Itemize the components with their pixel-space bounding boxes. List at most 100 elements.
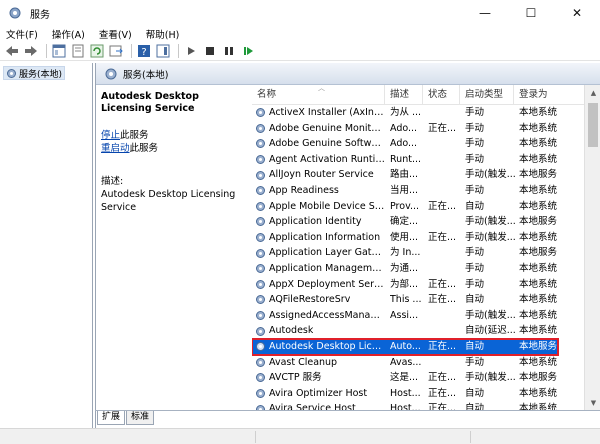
table-row[interactable]: Application Identity 确定... 手动(触发... 本地服务: [252, 214, 558, 230]
service-name: App Readiness: [269, 185, 339, 196]
service-gear-icon: [255, 326, 266, 337]
menu-file[interactable]: 文件(F): [6, 27, 38, 41]
stop-service-icon[interactable]: [202, 43, 218, 59]
start-service-icon[interactable]: [183, 43, 199, 59]
scroll-thumb[interactable]: [588, 103, 598, 147]
table-row[interactable]: Avast Cleanup Avas... 手动 本地系统: [252, 355, 558, 371]
table-row[interactable]: AllJoyn Router Service 路由... 手动(触发... 本地服务: [252, 167, 558, 183]
service-status: 正在...: [428, 278, 457, 290]
service-name: Avast Cleanup: [269, 356, 338, 368]
table-row[interactable]: Agent Activation Runtime... Runt... 手动 本地系统: [252, 152, 558, 168]
table-row[interactable]: Adobe Genuine Software... Ado... 手动 本地系统: [252, 136, 558, 152]
column-startup-type[interactable]: 启动类型: [460, 85, 514, 105]
service-name: Application Identity: [269, 216, 362, 228]
restart-service-link[interactable]: 重启动: [101, 143, 130, 154]
menu-view[interactable]: 查看(V): [99, 27, 132, 41]
column-description[interactable]: 描述: [385, 85, 423, 105]
service-status: 正在...: [428, 122, 457, 134]
pause-service-icon[interactable]: [221, 43, 237, 59]
service-description: Auto...: [390, 341, 421, 352]
properties-icon[interactable]: [70, 43, 86, 59]
table-row[interactable]: Avira Optimizer Host Host... 正在... 自动 本地系统: [252, 386, 558, 402]
service-gear-icon: [255, 357, 266, 368]
minimize-button[interactable]: —: [462, 0, 508, 26]
table-row[interactable]: AssignedAccessManager... Assi... 手动(触发... 本…: [252, 308, 558, 324]
export-icon[interactable]: [108, 43, 124, 59]
service-description: Avas...: [390, 356, 422, 368]
tree-item-label: 服务(本地): [19, 69, 63, 80]
column-name[interactable]: 名称: [252, 85, 385, 105]
stop-suffix: 此服务: [120, 130, 149, 141]
maximize-button[interactable]: ☐: [508, 0, 554, 26]
service-name-cell: AppX Deployment Servic...: [255, 277, 385, 293]
service-log-on-as: 本地系统: [519, 309, 558, 321]
service-name-cell: AVCTP 服务: [255, 370, 385, 386]
service-log-on-as: 本地系统: [519, 122, 558, 134]
service-details: Autodesk Desktop Licensing Service 停止此服务…: [96, 85, 252, 428]
service-gear-icon: [255, 372, 266, 383]
show-tree-icon[interactable]: [51, 43, 67, 59]
restart-service-icon[interactable]: [240, 43, 256, 59]
toolbar-separator: [46, 43, 47, 58]
service-description: Ado...: [390, 138, 418, 150]
table-row[interactable]: Adobe Genuine Monitor ... Ado... 正在... 手动 本地…: [252, 121, 558, 137]
table-row[interactable]: AppX Deployment Servic... 为部... 正在... 手动 本地系…: [252, 277, 558, 293]
tab-extended[interactable]: 扩展: [97, 411, 126, 425]
scroll-down-icon[interactable]: ▼: [585, 395, 600, 411]
service-startup-type: 手动: [465, 247, 485, 259]
table-row[interactable]: App Readiness 当用... 手动 本地系统: [252, 183, 558, 199]
tree-item-services-local[interactable]: 服务(本地): [3, 66, 65, 80]
window-title: 服务: [30, 9, 50, 21]
table-row[interactable]: Apple Mobile Device Ser... Prov... 正在... 自动…: [252, 199, 558, 215]
service-name: Agent Activation Runtime...: [269, 153, 385, 165]
service-name: ActiveX Installer (AxInstSV): [269, 107, 385, 118]
service-description: 路由...: [390, 169, 419, 181]
refresh-icon[interactable]: [89, 43, 105, 59]
service-startup-type: 自动: [465, 200, 485, 212]
column-header: ︿ 名称 描述 状态 启动类型 登录为: [252, 85, 600, 105]
service-startup-type: 手动(触发...: [465, 372, 516, 384]
service-log-on-as: 本地服务: [519, 216, 558, 228]
service-name-cell: Apple Mobile Device Ser...: [255, 199, 385, 215]
service-name-cell: Agent Activation Runtime...: [255, 152, 385, 168]
service-status: 正在...: [428, 372, 457, 384]
table-row-selected[interactable]: Autodesk Desktop Licens... Auto... 正在... 自动…: [252, 338, 559, 356]
table-row[interactable]: Application Layer Gatewa... 为 In... 手动 本地服务: [252, 245, 558, 261]
tab-standard[interactable]: 标准: [126, 411, 155, 425]
table-row[interactable]: ActiveX Installer (AxInstSV) 为从 ... 手动 本地系统: [252, 105, 558, 121]
back-icon[interactable]: [4, 43, 20, 59]
service-description: This ...: [390, 294, 422, 306]
service-name-cell: AllJoyn Router Service: [255, 167, 385, 183]
service-gear-icon: [255, 388, 266, 399]
stop-service-link[interactable]: 停止: [101, 130, 120, 141]
console-icon[interactable]: [155, 43, 171, 59]
service-log-on-as: 本地系统: [519, 231, 558, 243]
service-startup-type: 手动: [465, 263, 485, 274]
service-log-on-as: 本地服务: [519, 341, 558, 352]
service-name: AQFileRestoreSrv: [269, 294, 351, 306]
service-name: AVCTP 服务: [269, 372, 322, 384]
menu-action[interactable]: 操作(A): [52, 27, 85, 41]
scroll-up-icon[interactable]: ▲: [585, 85, 600, 101]
service-name-cell: App Readiness: [255, 183, 385, 199]
table-row[interactable]: Application Management 为通... 手动 本地系统: [252, 261, 558, 277]
service-gear-icon: [255, 263, 266, 274]
table-row[interactable]: Autodesk 自动(延迟... 本地系统: [252, 323, 558, 339]
table-row[interactable]: AQFileRestoreSrv This ... 正在... 自动 本地系统: [252, 292, 558, 308]
service-name: AssignedAccessManager...: [269, 309, 385, 321]
help-icon[interactable]: ?: [136, 43, 152, 59]
column-log-on-as[interactable]: 登录为: [514, 85, 584, 105]
service-log-on-as: 本地服务: [519, 372, 558, 384]
table-row[interactable]: AVCTP 服务 这是... 正在... 手动(触发... 本地服务: [252, 370, 558, 386]
service-gear-icon: [255, 294, 266, 305]
service-gear-icon: [255, 154, 266, 165]
service-log-on-as: 本地系统: [519, 263, 558, 274]
status-divider: [255, 431, 256, 443]
service-gear-icon: [255, 232, 266, 243]
vertical-scrollbar[interactable]: ▲ ▼: [584, 85, 600, 411]
column-status[interactable]: 状态: [423, 85, 460, 105]
forward-icon[interactable]: [23, 43, 39, 59]
table-row[interactable]: Application Information 使用... 正在... 手动(触发..…: [252, 230, 558, 246]
close-button[interactable]: ✕: [554, 0, 600, 26]
menu-help[interactable]: 帮助(H): [146, 27, 180, 41]
